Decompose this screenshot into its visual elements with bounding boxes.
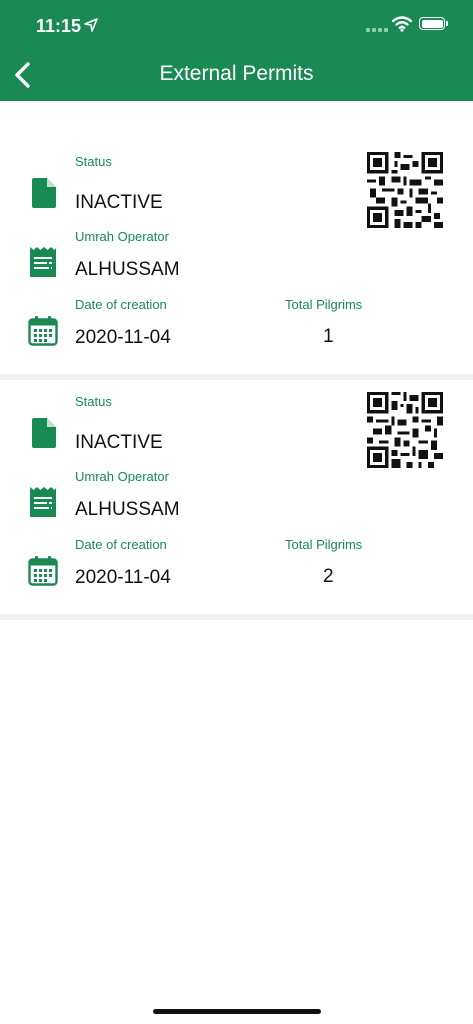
app-header: 11:15 External Permits	[0, 0, 473, 101]
document-icon	[32, 178, 56, 208]
battery-icon	[419, 17, 445, 30]
receipt-icon	[30, 487, 56, 517]
card-separator	[0, 614, 473, 620]
permit-card[interactable]: Status INACTIVE Umrah Operator ALHUSSAM …	[0, 140, 473, 374]
operator-value: ALHUSSAM	[75, 259, 180, 280]
status-value: INACTIVE	[75, 432, 163, 453]
pilgrims-label: Total Pilgrims	[285, 297, 363, 312]
calendar-icon	[28, 316, 58, 346]
pilgrims-label: Total Pilgrims	[285, 537, 363, 552]
status-label: Status	[75, 154, 112, 169]
calendar-icon	[28, 556, 58, 586]
operator-label: Umrah Operator	[75, 229, 169, 244]
receipt-icon	[30, 247, 56, 277]
qr-code-icon[interactable]	[367, 152, 443, 228]
date-label: Date of creation	[75, 537, 167, 552]
operator-value: ALHUSSAM	[75, 499, 180, 520]
status-label: Status	[75, 394, 112, 409]
qr-code-icon[interactable]	[367, 392, 443, 468]
permit-card[interactable]: Status INACTIVE Umrah Operator ALHUSSAM …	[0, 380, 473, 614]
operator-label: Umrah Operator	[75, 469, 169, 484]
home-indicator[interactable]	[153, 1009, 321, 1014]
signal-icon	[366, 28, 388, 32]
status-time: 11:15	[36, 16, 82, 36]
wifi-icon	[392, 16, 412, 32]
pilgrims-value: 2	[323, 566, 334, 587]
page-title: External Permits	[159, 62, 314, 85]
date-value: 2020-11-04	[75, 327, 171, 348]
date-value: 2020-11-04	[75, 567, 171, 588]
battery-tip	[446, 21, 448, 26]
location-arrow-icon	[84, 18, 98, 32]
pilgrims-value: 1	[323, 326, 334, 347]
status-value: INACTIVE	[75, 192, 163, 213]
document-icon	[32, 418, 56, 448]
date-label: Date of creation	[75, 297, 167, 312]
